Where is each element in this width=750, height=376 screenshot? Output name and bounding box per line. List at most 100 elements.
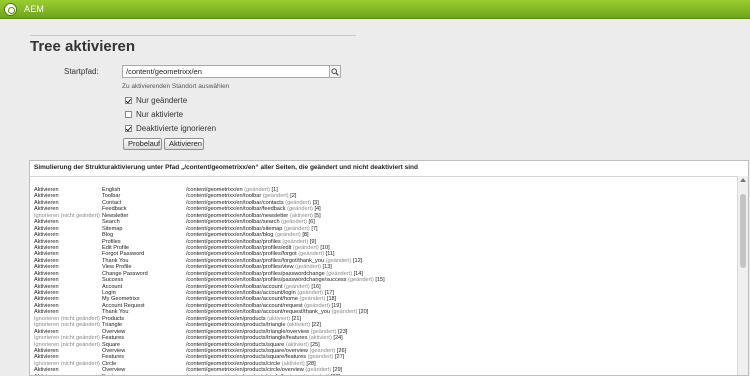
- row-path-text: /content/geometrixx/en/products/circle/o…: [186, 367, 304, 374]
- row-status: (geändert): [299, 296, 326, 303]
- row-path-text: /content/geometrixx/en/products/square/o…: [186, 347, 308, 354]
- row-number: [25]: [310, 341, 320, 348]
- row-path-text: /content/geometrixx/en/products/square: [186, 341, 285, 348]
- row-path-text: /content/geometrixx/en/products/triangle: [186, 322, 286, 329]
- row-status: (geändert): [309, 347, 336, 354]
- only-modified-checkbox[interactable]: [125, 97, 132, 104]
- row-number: [14]: [353, 270, 363, 277]
- ignore-deactivated-checkbox[interactable]: [125, 125, 132, 132]
- row-number: [29]: [332, 367, 343, 374]
- row-path-text: /content/geometrixx/en/products/triangle…: [186, 328, 310, 335]
- row-status: (geändert): [283, 225, 310, 232]
- row-number: [23]: [338, 328, 348, 335]
- row-status: (geändert): [305, 367, 332, 374]
- row-number: [22]: [311, 322, 321, 329]
- row-path-text: /content/geometrixx/en/toolbar/account/r…: [186, 302, 303, 309]
- row-status: (aktiviert): [308, 335, 332, 342]
- path-browse-button[interactable]: [330, 65, 341, 78]
- row-status: (aktiviert): [289, 212, 313, 219]
- row-path-text: /content/geometrixx/en/products/triangle…: [186, 335, 308, 342]
- row-number: [8]: [302, 232, 309, 239]
- row-status: (geändert): [325, 257, 352, 264]
- row-path-text: /content/geometrixx/en/toolbar/profiles/…: [186, 251, 297, 258]
- activate-button[interactable]: Aktivieren: [164, 138, 204, 150]
- results-scrollbar[interactable]: [737, 176, 748, 375]
- dry-run-button[interactable]: Probelauf: [123, 138, 162, 150]
- row-number: [11]: [325, 251, 335, 258]
- row-status: (geändert): [281, 219, 307, 226]
- row-status: (geändert): [282, 238, 309, 245]
- row-status: (geändert): [304, 302, 330, 309]
- scrollbar-thumb[interactable]: [740, 194, 746, 268]
- row-path-text: /content/geometrixx/en/toolbar/account: [186, 283, 283, 290]
- row-path-text: /content/geometrixx/en/toolbar: [186, 193, 262, 200]
- row-number: [12]: [353, 257, 363, 264]
- title-divider: [30, 35, 356, 36]
- row-number: [7]: [311, 225, 318, 232]
- row-path-text: /content/geometrixx/en/toolbar/account/r…: [186, 309, 330, 316]
- row-path-text: /content/geometrixx/en/products/circle: [186, 360, 281, 367]
- only-activated-checkbox[interactable]: [125, 111, 132, 118]
- row-status: (aktiviert): [281, 360, 305, 367]
- row-status: (geändert): [298, 251, 325, 258]
- row-status: (geändert): [274, 232, 301, 239]
- results-divider: [30, 176, 737, 177]
- row-path-text: /content/geometrixx/en/toolbar/profiles/…: [186, 244, 292, 251]
- row-number: [2]: [290, 193, 297, 200]
- row-number: [27]: [334, 354, 345, 361]
- row-status: (geändert): [285, 199, 312, 206]
- only-activated-label: Nur aktivierte: [136, 110, 184, 119]
- results-heading: Simulierung der Strukturaktivierung unte…: [34, 164, 418, 171]
- startpath-label: Startpfad:: [64, 67, 99, 76]
- only-modified-label: Nur geänderte: [136, 96, 188, 105]
- row-number: [21]: [291, 315, 302, 322]
- row-path-text: /content/geometrixx/en/toolbar/profiles/…: [186, 264, 294, 271]
- simulation-results-panel: Simulierung der Strukturaktivierung unte…: [29, 160, 749, 376]
- row-number: [15]: [375, 277, 385, 284]
- row-status: (geändert): [348, 277, 374, 284]
- row-path-text: /content/geometrixx/en/toolbar/profiles/…: [186, 270, 325, 277]
- row-status: (aktiviert): [285, 341, 309, 348]
- row-path-text: /content/geometrixx/en/toolbar/account/h…: [186, 296, 298, 303]
- row-status: (geändert): [331, 309, 358, 316]
- row-path-text: /content/geometrixx/en/toolbar/feedback: [186, 206, 286, 213]
- app-title: AEM: [24, 4, 45, 14]
- row-number: [20]: [358, 309, 369, 316]
- row-number: [1]: [271, 187, 278, 193]
- row-status: (geändert): [326, 270, 353, 277]
- row-path-text: /content/geometrixx/en: [186, 187, 243, 193]
- row-number: [26]: [336, 347, 347, 354]
- row-status: (geändert): [287, 206, 313, 213]
- row-path-text: /content/geometrixx/en/toolbar/newslette…: [186, 212, 289, 219]
- row-status: (aktiviert): [287, 322, 311, 329]
- row-path-text: /content/geometrixx/en/toolbar/search: [186, 219, 280, 226]
- scroll-up-arrow-icon[interactable]: [740, 178, 746, 182]
- page-title: Tree aktivieren: [30, 38, 136, 55]
- row-number: [5]: [314, 212, 321, 219]
- search-icon: [331, 68, 339, 76]
- row-path-text: /content/geometrixx/en/toolbar/blog: [186, 232, 274, 239]
- row-path-text: /content/geometrixx/en/toolbar/profiles/…: [186, 277, 347, 284]
- row-number: [6]: [308, 219, 315, 226]
- startpath-input[interactable]: /content/geometrixx/en: [122, 65, 330, 78]
- row-path-text: /content/geometrixx/en/toolbar/contacts: [186, 199, 284, 206]
- startpath-hint: Zu aktivierenden Standort auswählen: [122, 83, 230, 90]
- row-number: [19]: [331, 302, 341, 309]
- row-status: (geändert): [295, 264, 321, 271]
- row-status: (geändert): [307, 354, 334, 361]
- row-number: [24]: [333, 335, 343, 342]
- row-status: (geändert): [310, 328, 337, 335]
- row-status: (geändert): [244, 187, 270, 193]
- row-number: [17]: [324, 290, 335, 296]
- row-number: [3]: [312, 199, 319, 206]
- row-status: (geändert): [262, 193, 289, 200]
- main-content: Tree aktivieren Startpfad: /content/geom…: [0, 19, 750, 376]
- results-list: Aktivieren English/content/geometrixx/en …: [34, 187, 734, 375]
- row-number: [18]: [326, 296, 337, 303]
- row-number: [4]: [314, 206, 321, 213]
- row-status: (geändert): [292, 244, 319, 251]
- row-number: [13]: [322, 264, 332, 271]
- row-path-text: /content/geometrixx/en/toolbar/sitemap: [186, 225, 283, 232]
- row-number: [16]: [311, 283, 321, 290]
- aem-logo-icon[interactable]: [4, 3, 17, 16]
